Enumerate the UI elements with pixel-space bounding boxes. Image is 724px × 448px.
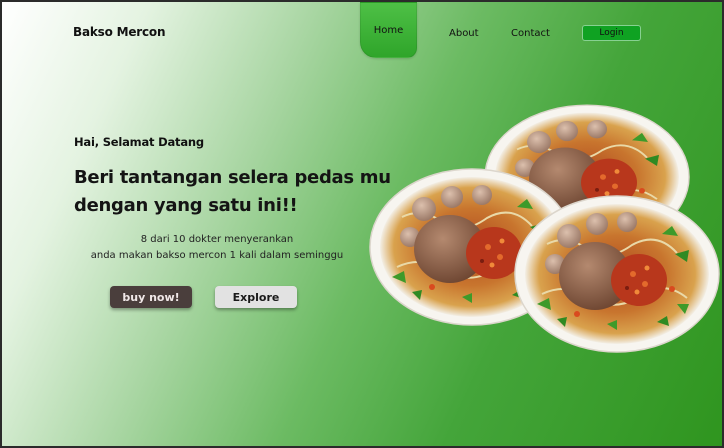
landing-page: Bakso Mercon Home About Contact Login Ha… (2, 2, 722, 446)
hero-greeting: Hai, Selamat Datang (74, 135, 204, 149)
nav-contact-link[interactable]: Contact (511, 28, 550, 39)
explore-label: Explore (232, 290, 280, 304)
hero-subtext-line-1: 8 dari 10 dokter menyerankan (140, 234, 294, 245)
nav-about-link[interactable]: About (449, 28, 479, 39)
login-button-label: Login (599, 28, 624, 38)
login-button[interactable]: Login (582, 25, 641, 41)
hero-subtext: 8 dari 10 dokter menyerankan anda makan … (72, 232, 362, 264)
hero-headline-line-2: dengan yang satu ini!! (74, 195, 298, 216)
nav-home-link[interactable]: Home (360, 2, 417, 58)
buy-now-button[interactable]: buy now! (110, 286, 192, 308)
nav-home-label: Home (373, 24, 404, 36)
bakso-bowls-image (369, 104, 720, 353)
buy-now-label: buy now! (122, 290, 180, 304)
hero-headline-line-1: Beri tantangan selera pedas mu (74, 167, 391, 188)
explore-button[interactable]: Explore (215, 286, 297, 308)
bowl-right (514, 195, 720, 353)
brand-logo-text[interactable]: Bakso Mercon (73, 25, 165, 39)
hero-subtext-line-2: anda makan bakso mercon 1 kali dalam sem… (90, 250, 344, 261)
hero-headline: Beri tantangan selera pedas mu dengan ya… (74, 164, 394, 220)
